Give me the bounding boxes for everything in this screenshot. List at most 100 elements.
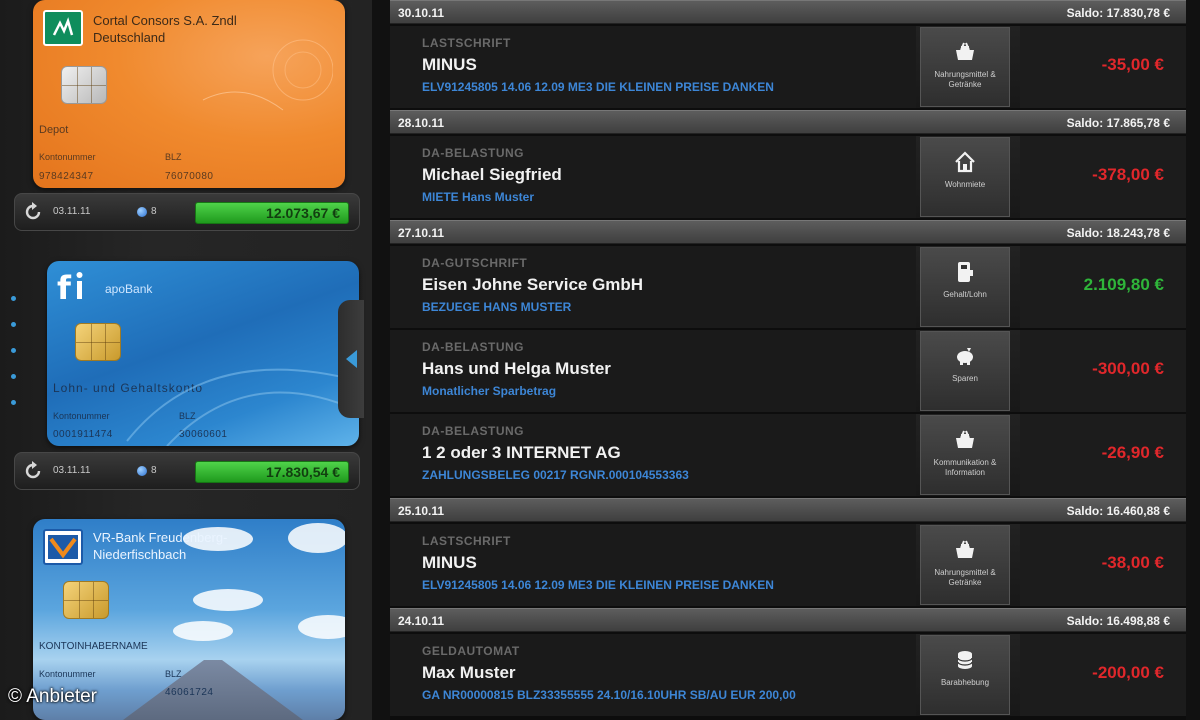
transaction-payee: 1 2 oder 3 INTERNET AG xyxy=(422,443,621,462)
amount-cell: 2.109,80 € xyxy=(1020,246,1186,328)
group-date: 27.10.11 xyxy=(398,226,445,240)
account-status-bar: 03.11.11 8 12.073,67 € xyxy=(14,193,360,231)
group-date: 25.10.11 xyxy=(398,504,445,518)
account-holder: KONTOINHABERNAME xyxy=(39,641,148,652)
wallet-icon xyxy=(953,260,977,284)
shopping-basket-icon xyxy=(953,428,977,452)
group-saldo: Saldo: 16.498,88 € xyxy=(1066,614,1170,628)
blz-label: BLZ xyxy=(165,669,182,679)
category-label: Wohnmiete xyxy=(944,180,986,189)
transaction-details[interactable]: LASTSCHRIFT MINUS ELV91245805 14.06 12.0… xyxy=(390,26,916,108)
transaction-amount: -35,00 € xyxy=(1101,55,1164,74)
shopping-basket-icon xyxy=(953,538,977,562)
arrow-left-icon xyxy=(346,350,357,368)
cloud-decoration xyxy=(288,523,345,553)
refresh-icon[interactable] xyxy=(23,202,43,222)
group-date: 24.10.11 xyxy=(398,614,445,628)
transaction-payee: Eisen Johne Service GmbH xyxy=(422,275,644,294)
transaction-reference: GA NR00000815 BLZ33355555 24.10/16.10UHR… xyxy=(422,688,796,702)
transaction-type: DA-BELASTUNG xyxy=(422,424,524,438)
amount-cell: -300,00 € xyxy=(1020,330,1186,412)
transaction-list[interactable]: 30.10.11 Saldo: 17.830,78 € LASTSCHRIFT … xyxy=(390,0,1186,720)
account-balance: 12.073,67 € xyxy=(195,202,349,224)
account-card-cortal-consors[interactable]: Cortal Consors S.A. Zndl Deutschland Dep… xyxy=(33,0,345,188)
sync-date: 03.11.11 xyxy=(53,206,91,217)
transaction-amount: 2.109,80 € xyxy=(1083,275,1164,294)
transaction-row[interactable]: LASTSCHRIFT MINUS ELV91245805 14.06 12.0… xyxy=(390,26,1186,108)
category-button[interactable]: Nahrungsmittel & Getränke xyxy=(920,27,1010,107)
transaction-reference: ELV91245805 14.06 12.09 ME3 DIE KLEINEN … xyxy=(422,80,774,94)
transaction-reference: ZAHLUNGSBELEG 00217 RGNR.000104553363 xyxy=(422,468,689,482)
card-decoration xyxy=(202,39,333,111)
account-type: Depot xyxy=(39,124,69,136)
account-balance: 17.830,54 € xyxy=(195,461,349,483)
category-button[interactable]: Sparen xyxy=(920,331,1010,411)
category-label: Barabhebung xyxy=(940,678,990,687)
transaction-row[interactable]: GELDAUTOMAT Max Muster GA NR00000815 BLZ… xyxy=(390,634,1186,716)
transaction-details[interactable]: GELDAUTOMAT Max Muster GA NR00000815 BLZ… xyxy=(390,634,916,716)
category-label: Nahrungsmittel & Getränke xyxy=(934,568,996,587)
accounts-panel: Cortal Consors S.A. Zndl Deutschland Dep… xyxy=(0,0,372,720)
transaction-type: DA-BELASTUNG xyxy=(422,340,524,354)
transaction-reference: MIETE Hans Muster xyxy=(422,190,535,204)
group-saldo: Saldo: 17.830,78 € xyxy=(1066,6,1170,20)
transaction-reference: ELV91245805 14.06 12.09 ME3 DIE KLEINEN … xyxy=(422,578,774,592)
transaction-details[interactable]: DA-GUTSCHRIFT Eisen Johne Service GmbH B… xyxy=(390,246,916,328)
category-label: Gehalt/Lohn xyxy=(943,290,987,299)
category-button[interactable]: Wohnmiete xyxy=(920,137,1010,217)
transaction-amount: -200,00 € xyxy=(1092,663,1164,682)
transaction-payee: Max Muster xyxy=(422,663,516,682)
category-label: Kommunikation & Information xyxy=(933,458,997,477)
notification-dot-icon xyxy=(137,465,147,476)
account-status-bar: 03.11.11 8 17.830,54 € xyxy=(14,452,360,490)
blz-value: 76070080 xyxy=(165,171,214,182)
category-button[interactable]: Kommunikation & Information xyxy=(920,415,1010,495)
transaction-row[interactable]: DA-BELASTUNG 1 2 oder 3 INTERNET AG ZAHL… xyxy=(390,414,1186,496)
transaction-details[interactable]: DA-BELASTUNG Michael Siegfried MIETE Han… xyxy=(390,136,916,218)
card-chip-icon xyxy=(63,581,109,619)
bank-name: VR-Bank Freudenberg- Niederfischbach xyxy=(93,530,228,562)
transaction-row[interactable]: DA-BELASTUNG Hans und Helga Muster Monat… xyxy=(390,330,1186,412)
transaction-payee: Michael Siegfried xyxy=(422,165,562,184)
transaction-details[interactable]: DA-BELASTUNG 1 2 oder 3 INTERNET AG ZAHL… xyxy=(390,414,916,496)
coin-stack-icon xyxy=(953,648,977,672)
amount-cell: -378,00 € xyxy=(1020,136,1186,218)
transaction-row[interactable]: DA-BELASTUNG Michael Siegfried MIETE Han… xyxy=(390,136,1186,218)
category-button[interactable]: Barabhebung xyxy=(920,635,1010,715)
collapse-panel-button[interactable] xyxy=(338,300,364,418)
new-count: 8 xyxy=(137,206,157,217)
transaction-type: DA-GUTSCHRIFT xyxy=(422,256,528,270)
kontonummer-label: Kontonummer xyxy=(39,152,96,162)
category-button[interactable]: Nahrungsmittel & Getränke xyxy=(920,525,1010,605)
transaction-row[interactable]: LASTSCHRIFT MINUS ELV91245805 14.06 12.0… xyxy=(390,524,1186,606)
refresh-icon[interactable] xyxy=(23,461,43,481)
transaction-details[interactable]: DA-BELASTUNG Hans und Helga Muster Monat… xyxy=(390,330,916,412)
category-button[interactable]: Gehalt/Lohn xyxy=(920,247,1010,327)
card-chip-icon xyxy=(61,66,107,104)
date-group-header: 30.10.11 Saldo: 17.830,78 € xyxy=(390,0,1186,24)
transaction-type: GELDAUTOMAT xyxy=(422,644,520,658)
transaction-reference: BEZUEGE HANS MUSTER xyxy=(422,300,572,314)
date-group-header: 25.10.11 Saldo: 16.460,88 € xyxy=(390,498,1186,522)
bank-name: apoBank xyxy=(105,282,153,296)
amount-cell: -38,00 € xyxy=(1020,524,1186,606)
kontonummer-label: Kontonummer xyxy=(39,669,96,679)
piggy-bank-icon xyxy=(953,344,977,368)
new-count-value: 8 xyxy=(151,465,157,476)
svg-text:f: f xyxy=(57,269,72,305)
date-group-header: 28.10.11 Saldo: 17.865,78 € xyxy=(390,110,1186,134)
transaction-row[interactable]: DA-GUTSCHRIFT Eisen Johne Service GmbH B… xyxy=(390,246,1186,328)
notification-dot-icon xyxy=(137,206,147,217)
account-card-apobank[interactable]: f apoBank Lohn- und Gehaltskonto Kontonu… xyxy=(47,261,359,446)
blz-label: BLZ xyxy=(165,152,182,162)
image-credit: © Anbieter xyxy=(8,686,97,707)
transaction-payee: MINUS xyxy=(422,55,477,74)
group-saldo: Saldo: 18.243,78 € xyxy=(1066,226,1170,240)
transaction-details[interactable]: LASTSCHRIFT MINUS ELV91245805 14.06 12.0… xyxy=(390,524,916,606)
new-count-value: 8 xyxy=(151,206,157,217)
amount-cell: -35,00 € xyxy=(1020,26,1186,108)
date-group-header: 27.10.11 Saldo: 18.243,78 € xyxy=(390,220,1186,244)
cloud-decoration xyxy=(193,589,263,611)
date-group-header: 24.10.11 Saldo: 16.498,88 € xyxy=(390,608,1186,632)
card-wave-decoration xyxy=(126,368,359,446)
